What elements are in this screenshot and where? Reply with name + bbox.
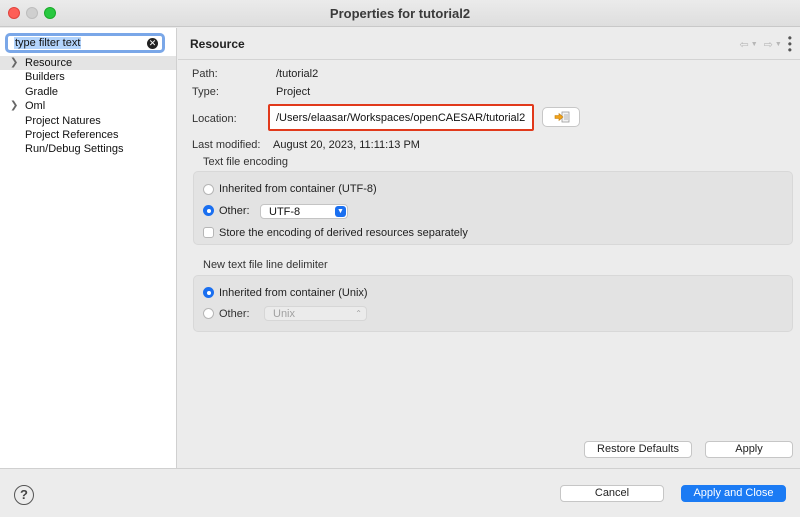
- sidebar-item-project-natures[interactable]: Project Natures: [0, 114, 176, 128]
- history-navigation: ⇦ ▼ ⇨ ▼ • • •: [739, 32, 792, 56]
- encoding-other-radio[interactable]: [203, 205, 214, 216]
- chevron-updown-icon: ⌃: [355, 309, 362, 318]
- preference-tree: ❯ Resource Builders Gradle ❯ Oml Project…: [0, 56, 176, 157]
- delimiter-select[interactable]: Unix ⌃: [264, 306, 367, 321]
- sidebar-item-run-debug-settings[interactable]: Run/Debug Settings: [0, 142, 176, 156]
- sidebar-item-label: Project Natures: [25, 114, 101, 127]
- cancel-button[interactable]: Cancel: [560, 485, 664, 502]
- encoding-other-label[interactable]: Other:: [219, 205, 250, 217]
- delimiter-group: Inherited from container (Unix) Other: U…: [193, 275, 793, 332]
- sidebar-item-oml[interactable]: ❯ Oml: [0, 99, 176, 113]
- dialog-footer: ? Cancel Apply and Close: [0, 468, 800, 517]
- forward-arrow-icon[interactable]: ⇨: [764, 38, 773, 51]
- panel-header: Resource ⇦ ▼ ⇨ ▼ • • •: [178, 28, 800, 60]
- chevron-right-icon[interactable]: ❯: [10, 99, 18, 113]
- view-menu-icon[interactable]: • • •: [788, 32, 792, 56]
- delimiter-other-radio[interactable]: [203, 308, 214, 319]
- sidebar-item-label: Project References: [25, 128, 119, 141]
- sidebar-item-label: Gradle: [25, 85, 59, 98]
- last-modified-value: August 20, 2023, 11:11:13 PM: [273, 139, 420, 151]
- location-value[interactable]: /Users/elaasar/Workspaces/openCAESAR/tut…: [276, 112, 525, 124]
- last-modified-label: Last modified:: [192, 139, 261, 151]
- filter-input[interactable]: type filter text ✕: [5, 33, 165, 53]
- apply-and-close-button[interactable]: Apply and Close: [681, 485, 786, 502]
- chevron-right-icon[interactable]: ❯: [10, 56, 18, 70]
- sidebar-item-project-references[interactable]: Project References: [0, 128, 176, 142]
- sidebar-item-label: Builders: [25, 71, 65, 84]
- store-encoding-checkbox[interactable]: [203, 227, 214, 238]
- chevron-down-icon: ▼: [335, 206, 346, 217]
- location-label: Location:: [192, 113, 237, 125]
- sidebar-item-resource[interactable]: ❯ Resource: [0, 56, 176, 71]
- back-arrow-icon[interactable]: ⇦: [739, 38, 748, 51]
- path-label: Path:: [192, 68, 218, 80]
- window-title: Properties for tutorial2: [329, 6, 471, 21]
- location-field[interactable]: /Users/elaasar/Workspaces/openCAESAR/tut…: [268, 104, 534, 131]
- properties-panel: Resource ⇦ ▼ ⇨ ▼ • • • Path: /tutorial2 Type…: [178, 28, 800, 468]
- sidebar-item-label: Resource: [25, 57, 73, 69]
- type-label: Type:: [192, 86, 219, 98]
- path-value: /tutorial2: [276, 68, 319, 80]
- delimiter-section-title: New text file line delimiter: [203, 259, 328, 271]
- encoding-section-title: Text file encoding: [203, 156, 288, 168]
- back-dropdown-icon[interactable]: ▼: [751, 41, 758, 48]
- delimiter-select-value: Unix: [273, 308, 296, 320]
- sidebar-item-label: Oml: [25, 100, 46, 113]
- delimiter-other-label[interactable]: Other:: [219, 308, 250, 320]
- restore-defaults-button[interactable]: Restore Defaults: [584, 441, 692, 458]
- apply-button[interactable]: Apply: [705, 441, 793, 458]
- sidebar-item-gradle[interactable]: Gradle: [0, 85, 176, 99]
- show-in-system-explorer-button[interactable]: [542, 107, 580, 127]
- filter-input-text[interactable]: type filter text: [14, 37, 82, 49]
- encoding-select-value: UTF-8: [269, 206, 301, 218]
- sidebar: type filter text ✕ ❯ Resource Builders G…: [0, 28, 177, 468]
- page-title: Resource: [190, 37, 245, 51]
- encoding-inherited-radio[interactable]: [203, 184, 214, 195]
- delimiter-inherited-label[interactable]: Inherited from container (Unix): [219, 287, 368, 299]
- sidebar-item-builders[interactable]: Builders: [0, 70, 176, 84]
- encoding-group: Inherited from container (UTF-8) Other: …: [193, 171, 793, 245]
- help-icon[interactable]: ?: [14, 485, 34, 505]
- forward-dropdown-icon[interactable]: ▼: [775, 41, 782, 48]
- encoding-select[interactable]: UTF-8 ▼: [260, 204, 348, 219]
- store-encoding-label[interactable]: Store the encoding of derived resources …: [219, 227, 468, 239]
- title-bar: Properties for tutorial2: [0, 0, 800, 27]
- clear-filter-icon[interactable]: ✕: [147, 38, 158, 49]
- encoding-inherited-label[interactable]: Inherited from container (UTF-8): [219, 183, 377, 195]
- open-location-icon: [554, 111, 570, 123]
- type-value: Project: [276, 86, 311, 98]
- delimiter-inherited-radio[interactable]: [203, 287, 214, 298]
- sidebar-item-label: Run/Debug Settings: [25, 143, 124, 156]
